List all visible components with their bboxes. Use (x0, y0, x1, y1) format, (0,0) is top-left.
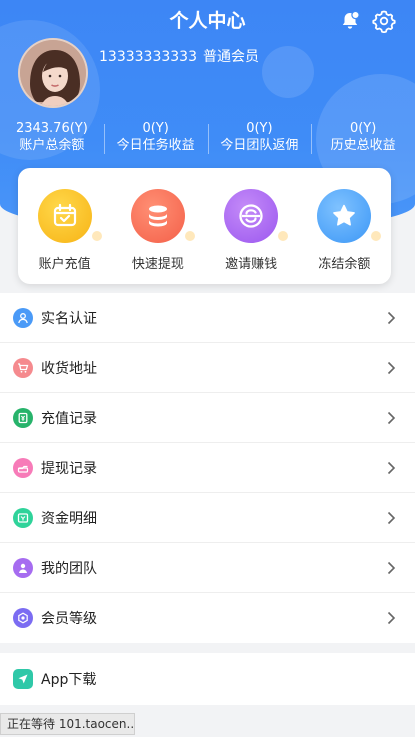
chevron-right-icon (387, 611, 396, 625)
menu-item-label: App下载 (41, 672, 97, 688)
gear-icon[interactable] (372, 9, 396, 33)
quick-action-label: 冻结余额 (318, 257, 371, 272)
coin-stack-icon (130, 189, 195, 243)
recharge-icon (13, 407, 33, 428)
menu-item-real-name-verification[interactable]: 实名认证 (0, 293, 415, 343)
profile-page: 个人中心 13333333333 普通会员 2343.76(Y) 账户总余额 0… (0, 0, 415, 737)
menu-item-withdraw-records[interactable]: 提现记录 (0, 443, 415, 493)
quick-action-label: 账户充值 (38, 257, 91, 272)
menu-item-label: 提现记录 (41, 460, 97, 477)
calendar-check-icon (37, 189, 102, 243)
quick-action-label: 快速提现 (131, 257, 184, 272)
menu-item-label: 资金明细 (41, 510, 97, 527)
avatar[interactable] (18, 38, 88, 108)
frozen-balance-button[interactable]: 冻结余额 (298, 168, 391, 284)
stat-label: 今日团队返佣 (220, 138, 299, 153)
account-stats: 2343.76(Y) 账户总余额 0(Y) 今日任务收益 0(Y) 今日团队返佣… (0, 120, 415, 160)
menu-item-my-team[interactable]: 我的团队 (0, 543, 415, 593)
chevron-right-icon (387, 411, 396, 425)
menu-item-label: 实名认证 (41, 310, 97, 327)
decorative-bubble (262, 46, 314, 98)
stat-today-team-rebate[interactable]: 0(Y) 今日团队返佣 (207, 120, 312, 160)
browser-status-bar: 正在等待 101.taocen... (0, 713, 135, 735)
member-level: 普通会员 (202, 49, 259, 65)
quick-actions-card: 账户充值 快速提现 邀请赚钱 冻结余额 (18, 168, 391, 284)
chevron-right-icon (387, 561, 396, 575)
stat-total-income[interactable]: 0(Y) 历史总收益 (311, 120, 415, 160)
stat-value: 2343.76(Y) (15, 121, 88, 136)
menu-item-label: 我的团队 (41, 560, 97, 577)
quick-action-label: 邀请赚钱 (225, 257, 278, 272)
withdraw-icon (13, 457, 33, 478)
menu-item-recharge-records[interactable]: 充值记录 (0, 393, 415, 443)
secondary-menu: App下载 (0, 653, 415, 705)
invite-earn-button[interactable]: 邀请赚钱 (205, 168, 298, 284)
fund-detail-icon (13, 507, 33, 528)
menu-item-label: 会员等级 (41, 611, 97, 627)
team-icon (13, 557, 33, 578)
stat-value: 0(Y) (349, 121, 377, 136)
user-info: 13333333333 普通会员 (99, 46, 259, 66)
stat-today-task-income[interactable]: 0(Y) 今日任务收益 (103, 120, 208, 160)
chevron-right-icon (387, 361, 396, 375)
menu-item-member-level[interactable]: 会员等级 (0, 593, 415, 643)
download-send-icon (13, 669, 33, 689)
menu-item-shipping-address[interactable]: 收货地址 (0, 343, 415, 393)
settings-menu: 实名认证 收货地址 充值记录 提现记录 资金明细 我的团队 会员等级 (0, 293, 415, 643)
menu-item-app-download[interactable]: App下载 (0, 653, 415, 705)
withdraw-button[interactable]: 快速提现 (111, 168, 204, 284)
cart-icon (13, 357, 33, 378)
stat-label: 账户总余额 (19, 138, 85, 153)
menu-item-fund-details[interactable]: 资金明细 (0, 493, 415, 543)
member-level-icon (13, 608, 33, 628)
user-verify-icon (13, 307, 33, 328)
chevron-right-icon (387, 311, 396, 325)
user-phone: 13333333333 (99, 49, 197, 65)
stat-value: 0(Y) (142, 121, 169, 136)
recharge-button[interactable]: 账户充值 (18, 168, 111, 284)
stat-total-balance[interactable]: 2343.76(Y) 账户总余额 (0, 120, 104, 160)
chevron-right-icon (387, 511, 396, 525)
stat-label: 今日任务收益 (116, 138, 195, 153)
currency-icon (224, 189, 289, 243)
menu-item-label: 收货地址 (41, 360, 97, 377)
bell-icon[interactable] (338, 9, 362, 33)
star-icon (317, 189, 382, 243)
menu-item-label: 充值记录 (41, 410, 97, 427)
stat-value: 0(Y) (246, 121, 273, 136)
stat-label: 历史总收益 (330, 138, 396, 153)
chevron-right-icon (387, 461, 396, 475)
